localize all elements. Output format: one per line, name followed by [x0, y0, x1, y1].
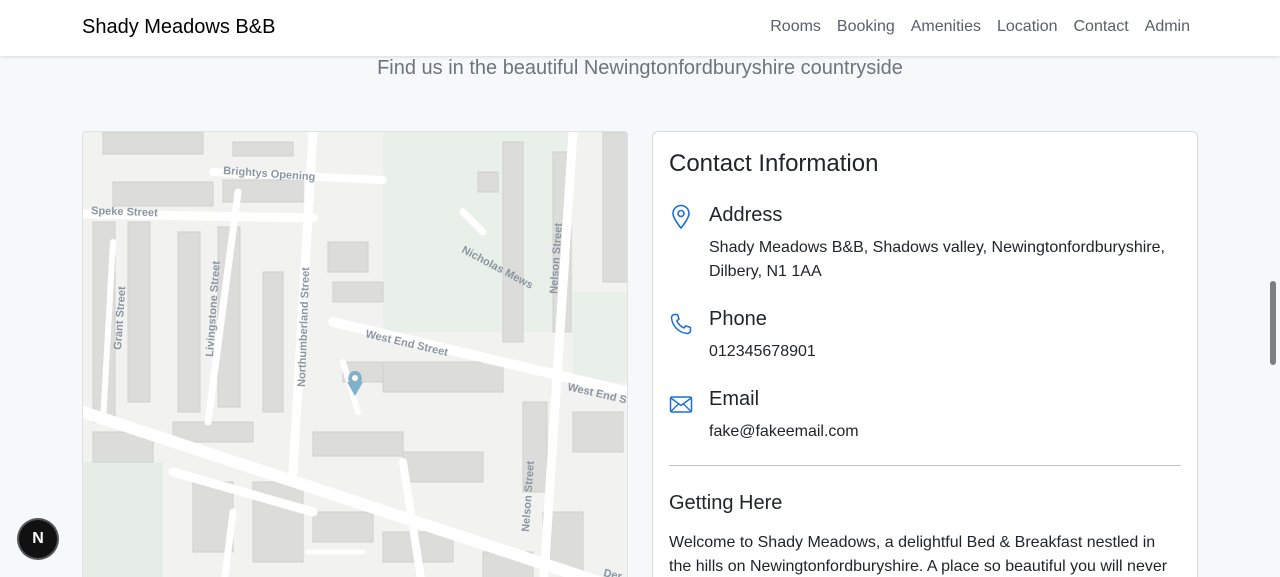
address-row: Address Shady Meadows B&B, Shadows valle… [669, 204, 1181, 284]
location-pin-icon [669, 204, 693, 230]
getting-here-text: Welcome to Shady Meadows, a delightful B… [669, 534, 1168, 575]
page-scrollbar[interactable] [1266, 0, 1280, 577]
address-text: Shady Meadows B&B, Shadows valley, Newin… [709, 239, 1165, 280]
nav-link-location[interactable]: Location [997, 18, 1058, 36]
nav-link-rooms[interactable]: Rooms [770, 18, 821, 36]
phone-text: 012345678901 [709, 343, 816, 360]
email-text: fake@fakeemail.com [709, 423, 859, 440]
map[interactable]: Brightys Opening Speke Street Grant Stre… [82, 131, 628, 577]
brand-link[interactable]: Shady Meadows B&B [82, 16, 275, 39]
map-canvas[interactable]: Brightys Opening Speke Street Grant Stre… [83, 132, 628, 577]
contact-information-card: Contact Information Address Shady Meadow… [652, 131, 1198, 577]
location-subtitle: Find us in the beautiful Newingtonfordbu… [377, 57, 903, 79]
nav-links: Rooms Booking Amenities Location Contact… [770, 18, 1190, 36]
phone-icon [669, 312, 693, 336]
phone-heading: Phone [709, 308, 767, 330]
envelope-icon [669, 392, 693, 416]
phone-row: Phone 012345678901 [669, 308, 1181, 368]
scrollbar-thumb[interactable] [1270, 281, 1276, 365]
card-title: Contact Information [669, 150, 879, 177]
map-street-label: Speke Street [91, 205, 158, 219]
nextjs-badge[interactable]: N [19, 520, 57, 558]
email-heading: Email [709, 388, 760, 410]
nav-link-admin[interactable]: Admin [1145, 18, 1190, 36]
getting-here-heading: Getting Here [669, 492, 783, 514]
nav-link-booking[interactable]: Booking [837, 18, 895, 36]
nav-link-amenities[interactable]: Amenities [911, 18, 981, 36]
nav-link-contact[interactable]: Contact [1074, 18, 1129, 36]
email-row: Email fake@fakeemail.com [669, 388, 1181, 448]
navbar: Shady Meadows B&B Rooms Booking Amenitie… [0, 0, 1280, 56]
divider [669, 465, 1181, 466]
address-heading: Address [709, 204, 783, 226]
